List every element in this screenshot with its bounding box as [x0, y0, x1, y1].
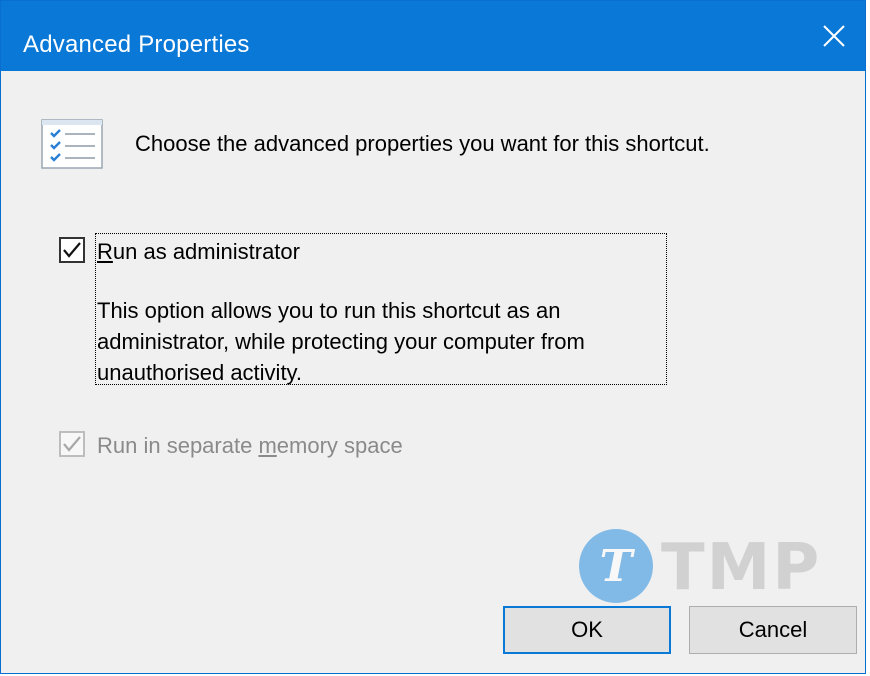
- mnemonic-r: R: [97, 239, 113, 264]
- checklist-icon: [41, 119, 103, 169]
- watermark-logo: T TMP: [579, 529, 869, 605]
- dialog-title: Advanced Properties: [23, 31, 250, 58]
- separate-memory-label: Run in separate memory space: [97, 433, 403, 459]
- checkmark-icon: [63, 242, 81, 258]
- separate-memory-label-start: Run in separate: [97, 433, 259, 458]
- run-as-admin-label[interactable]: Run as administrator: [97, 239, 300, 265]
- mnemonic-m: m: [258, 433, 277, 458]
- run-as-admin-checkbox[interactable]: [59, 237, 85, 263]
- advanced-properties-dialog: Advanced Properties Choose the advanced …: [0, 0, 866, 674]
- watermark-circle: T: [579, 529, 653, 603]
- title-bar[interactable]: Advanced Properties: [1, 1, 865, 71]
- separate-memory-checkbox: [59, 431, 85, 457]
- header-row: Choose the advanced properties you want …: [41, 119, 710, 169]
- close-icon: [823, 25, 845, 47]
- close-button[interactable]: [803, 1, 865, 71]
- run-as-admin-description: This option allows you to run this short…: [97, 298, 585, 385]
- run-as-admin-label-rest: un as administrator: [112, 239, 300, 264]
- checkmark-icon: [63, 436, 81, 452]
- header-instruction: Choose the advanced properties you want …: [135, 131, 710, 156]
- watermark-text: TMP: [661, 531, 822, 605]
- ok-button[interactable]: OK: [503, 606, 671, 654]
- separate-memory-label-end: emory space: [276, 433, 403, 458]
- cancel-button[interactable]: Cancel: [689, 606, 857, 654]
